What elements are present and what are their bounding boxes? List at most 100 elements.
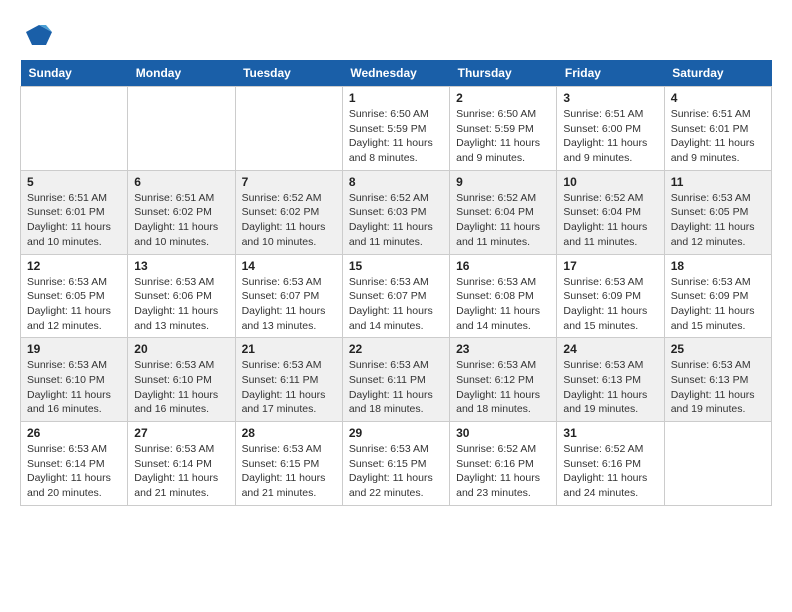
calendar-week-row: 1 Sunrise: 6:50 AMSunset: 5:59 PMDaylight… bbox=[21, 87, 772, 171]
calendar-table: SundayMondayTuesdayWednesdayThursdayFrid… bbox=[20, 60, 772, 506]
calendar-cell: 11 Sunrise: 6:53 AMSunset: 6:05 PMDayligh… bbox=[664, 170, 771, 254]
day-info: Sunrise: 6:50 AMSunset: 5:59 PMDaylight:… bbox=[456, 107, 550, 166]
day-info: Sunrise: 6:53 AMSunset: 6:05 PMDaylight:… bbox=[27, 275, 121, 334]
calendar-cell: 20 Sunrise: 6:53 AMSunset: 6:10 PMDayligh… bbox=[128, 338, 235, 422]
day-number: 15 bbox=[349, 259, 443, 273]
day-info: Sunrise: 6:51 AMSunset: 6:01 PMDaylight:… bbox=[27, 191, 121, 250]
day-number: 6 bbox=[134, 175, 228, 189]
day-info: Sunrise: 6:53 AMSunset: 6:14 PMDaylight:… bbox=[134, 442, 228, 501]
calendar-cell bbox=[664, 422, 771, 506]
day-number: 24 bbox=[563, 342, 657, 356]
day-number: 3 bbox=[563, 91, 657, 105]
day-number: 9 bbox=[456, 175, 550, 189]
calendar-cell bbox=[21, 87, 128, 171]
calendar-cell: 22 Sunrise: 6:53 AMSunset: 6:11 PMDayligh… bbox=[342, 338, 449, 422]
calendar-cell: 9 Sunrise: 6:52 AMSunset: 6:04 PMDaylight… bbox=[450, 170, 557, 254]
day-number: 20 bbox=[134, 342, 228, 356]
calendar-cell bbox=[128, 87, 235, 171]
day-info: Sunrise: 6:52 AMSunset: 6:03 PMDaylight:… bbox=[349, 191, 443, 250]
day-info: Sunrise: 6:53 AMSunset: 6:05 PMDaylight:… bbox=[671, 191, 765, 250]
day-number: 25 bbox=[671, 342, 765, 356]
calendar-cell: 4Sunrise: 6:51 AMSunset: 6:01 PMDaylight… bbox=[664, 87, 771, 171]
day-number: 29 bbox=[349, 426, 443, 440]
calendar-week-row: 19 Sunrise: 6:53 AMSunset: 6:10 PMDayligh… bbox=[21, 338, 772, 422]
day-number: 30 bbox=[456, 426, 550, 440]
day-number: 21 bbox=[242, 342, 336, 356]
calendar-cell: 25 Sunrise: 6:53 AMSunset: 6:13 PMDayligh… bbox=[664, 338, 771, 422]
logo-icon bbox=[24, 20, 54, 50]
day-info: Sunrise: 6:53 AMSunset: 6:15 PMDaylight:… bbox=[349, 442, 443, 501]
day-info: Sunrise: 6:52 AMSunset: 6:16 PMDaylight:… bbox=[563, 442, 657, 501]
calendar-week-row: 12 Sunrise: 6:53 AMSunset: 6:05 PMDayligh… bbox=[21, 254, 772, 338]
day-info: Sunrise: 6:52 AMSunset: 6:02 PMDaylight:… bbox=[242, 191, 336, 250]
day-info: Sunrise: 6:53 AMSunset: 6:13 PMDaylight:… bbox=[671, 358, 765, 417]
calendar-cell: 23 Sunrise: 6:53 AMSunset: 6:12 PMDayligh… bbox=[450, 338, 557, 422]
day-info: Sunrise: 6:50 AMSunset: 5:59 PMDaylight:… bbox=[349, 107, 443, 166]
calendar-cell: 5 Sunrise: 6:51 AMSunset: 6:01 PMDaylight… bbox=[21, 170, 128, 254]
day-info: Sunrise: 6:53 AMSunset: 6:10 PMDaylight:… bbox=[27, 358, 121, 417]
calendar-cell: 3Sunrise: 6:51 AMSunset: 6:00 PMDaylight… bbox=[557, 87, 664, 171]
day-info: Sunrise: 6:53 AMSunset: 6:11 PMDaylight:… bbox=[349, 358, 443, 417]
day-number: 10 bbox=[563, 175, 657, 189]
calendar-cell: 26Sunrise: 6:53 AMSunset: 6:14 PMDayligh… bbox=[21, 422, 128, 506]
calendar-cell: 16 Sunrise: 6:53 AMSunset: 6:08 PMDayligh… bbox=[450, 254, 557, 338]
day-number: 28 bbox=[242, 426, 336, 440]
day-info: Sunrise: 6:53 AMSunset: 6:09 PMDaylight:… bbox=[671, 275, 765, 334]
day-number: 1 bbox=[349, 91, 443, 105]
calendar-cell: 6 Sunrise: 6:51 AMSunset: 6:02 PMDaylight… bbox=[128, 170, 235, 254]
day-info: Sunrise: 6:52 AMSunset: 6:04 PMDaylight:… bbox=[456, 191, 550, 250]
page-header bbox=[20, 20, 772, 50]
calendar-week-row: 5 Sunrise: 6:51 AMSunset: 6:01 PMDaylight… bbox=[21, 170, 772, 254]
logo bbox=[20, 20, 54, 50]
calendar-cell: 14Sunrise: 6:53 AMSunset: 6:07 PMDayligh… bbox=[235, 254, 342, 338]
calendar-header-tuesday: Tuesday bbox=[235, 60, 342, 87]
calendar-week-row: 26Sunrise: 6:53 AMSunset: 6:14 PMDayligh… bbox=[21, 422, 772, 506]
day-info: Sunrise: 6:53 AMSunset: 6:15 PMDaylight:… bbox=[242, 442, 336, 501]
day-number: 22 bbox=[349, 342, 443, 356]
day-number: 16 bbox=[456, 259, 550, 273]
day-info: Sunrise: 6:53 AMSunset: 6:10 PMDaylight:… bbox=[134, 358, 228, 417]
calendar-cell: 30 Sunrise: 6:52 AMSunset: 6:16 PMDayligh… bbox=[450, 422, 557, 506]
day-number: 19 bbox=[27, 342, 121, 356]
calendar-cell: 21 Sunrise: 6:53 AMSunset: 6:11 PMDayligh… bbox=[235, 338, 342, 422]
day-info: Sunrise: 6:53 AMSunset: 6:07 PMDaylight:… bbox=[242, 275, 336, 334]
day-number: 31 bbox=[563, 426, 657, 440]
day-number: 5 bbox=[27, 175, 121, 189]
calendar-header-monday: Monday bbox=[128, 60, 235, 87]
calendar-cell: 12 Sunrise: 6:53 AMSunset: 6:05 PMDayligh… bbox=[21, 254, 128, 338]
calendar-header-saturday: Saturday bbox=[664, 60, 771, 87]
day-number: 27 bbox=[134, 426, 228, 440]
calendar-header-wednesday: Wednesday bbox=[342, 60, 449, 87]
calendar-cell: 19 Sunrise: 6:53 AMSunset: 6:10 PMDayligh… bbox=[21, 338, 128, 422]
day-number: 11 bbox=[671, 175, 765, 189]
day-number: 8 bbox=[349, 175, 443, 189]
day-number: 18 bbox=[671, 259, 765, 273]
day-number: 23 bbox=[456, 342, 550, 356]
day-number: 12 bbox=[27, 259, 121, 273]
day-number: 13 bbox=[134, 259, 228, 273]
day-info: Sunrise: 6:53 AMSunset: 6:06 PMDaylight:… bbox=[134, 275, 228, 334]
day-info: Sunrise: 6:53 AMSunset: 6:07 PMDaylight:… bbox=[349, 275, 443, 334]
day-number: 4 bbox=[671, 91, 765, 105]
day-info: Sunrise: 6:53 AMSunset: 6:08 PMDaylight:… bbox=[456, 275, 550, 334]
day-info: Sunrise: 6:53 AMSunset: 6:11 PMDaylight:… bbox=[242, 358, 336, 417]
calendar-header-friday: Friday bbox=[557, 60, 664, 87]
calendar-cell: 13 Sunrise: 6:53 AMSunset: 6:06 PMDayligh… bbox=[128, 254, 235, 338]
day-info: Sunrise: 6:53 AMSunset: 6:09 PMDaylight:… bbox=[563, 275, 657, 334]
day-info: Sunrise: 6:53 AMSunset: 6:13 PMDaylight:… bbox=[563, 358, 657, 417]
day-info: Sunrise: 6:53 AMSunset: 6:12 PMDaylight:… bbox=[456, 358, 550, 417]
day-info: Sunrise: 6:52 AMSunset: 6:04 PMDaylight:… bbox=[563, 191, 657, 250]
calendar-cell: 10 Sunrise: 6:52 AMSunset: 6:04 PMDayligh… bbox=[557, 170, 664, 254]
day-number: 17 bbox=[563, 259, 657, 273]
calendar-cell: 18 Sunrise: 6:53 AMSunset: 6:09 PMDayligh… bbox=[664, 254, 771, 338]
calendar-cell: 8 Sunrise: 6:52 AMSunset: 6:03 PMDaylight… bbox=[342, 170, 449, 254]
calendar-header-sunday: Sunday bbox=[21, 60, 128, 87]
day-number: 7 bbox=[242, 175, 336, 189]
day-info: Sunrise: 6:52 AMSunset: 6:16 PMDaylight:… bbox=[456, 442, 550, 501]
calendar-cell: 17 Sunrise: 6:53 AMSunset: 6:09 PMDayligh… bbox=[557, 254, 664, 338]
day-info: Sunrise: 6:51 AMSunset: 6:02 PMDaylight:… bbox=[134, 191, 228, 250]
calendar-cell: 7 Sunrise: 6:52 AMSunset: 6:02 PMDaylight… bbox=[235, 170, 342, 254]
calendar-cell: 31 Sunrise: 6:52 AMSunset: 6:16 PMDayligh… bbox=[557, 422, 664, 506]
calendar-cell: 2Sunrise: 6:50 AMSunset: 5:59 PMDaylight… bbox=[450, 87, 557, 171]
calendar-cell: 28 Sunrise: 6:53 AMSunset: 6:15 PMDayligh… bbox=[235, 422, 342, 506]
